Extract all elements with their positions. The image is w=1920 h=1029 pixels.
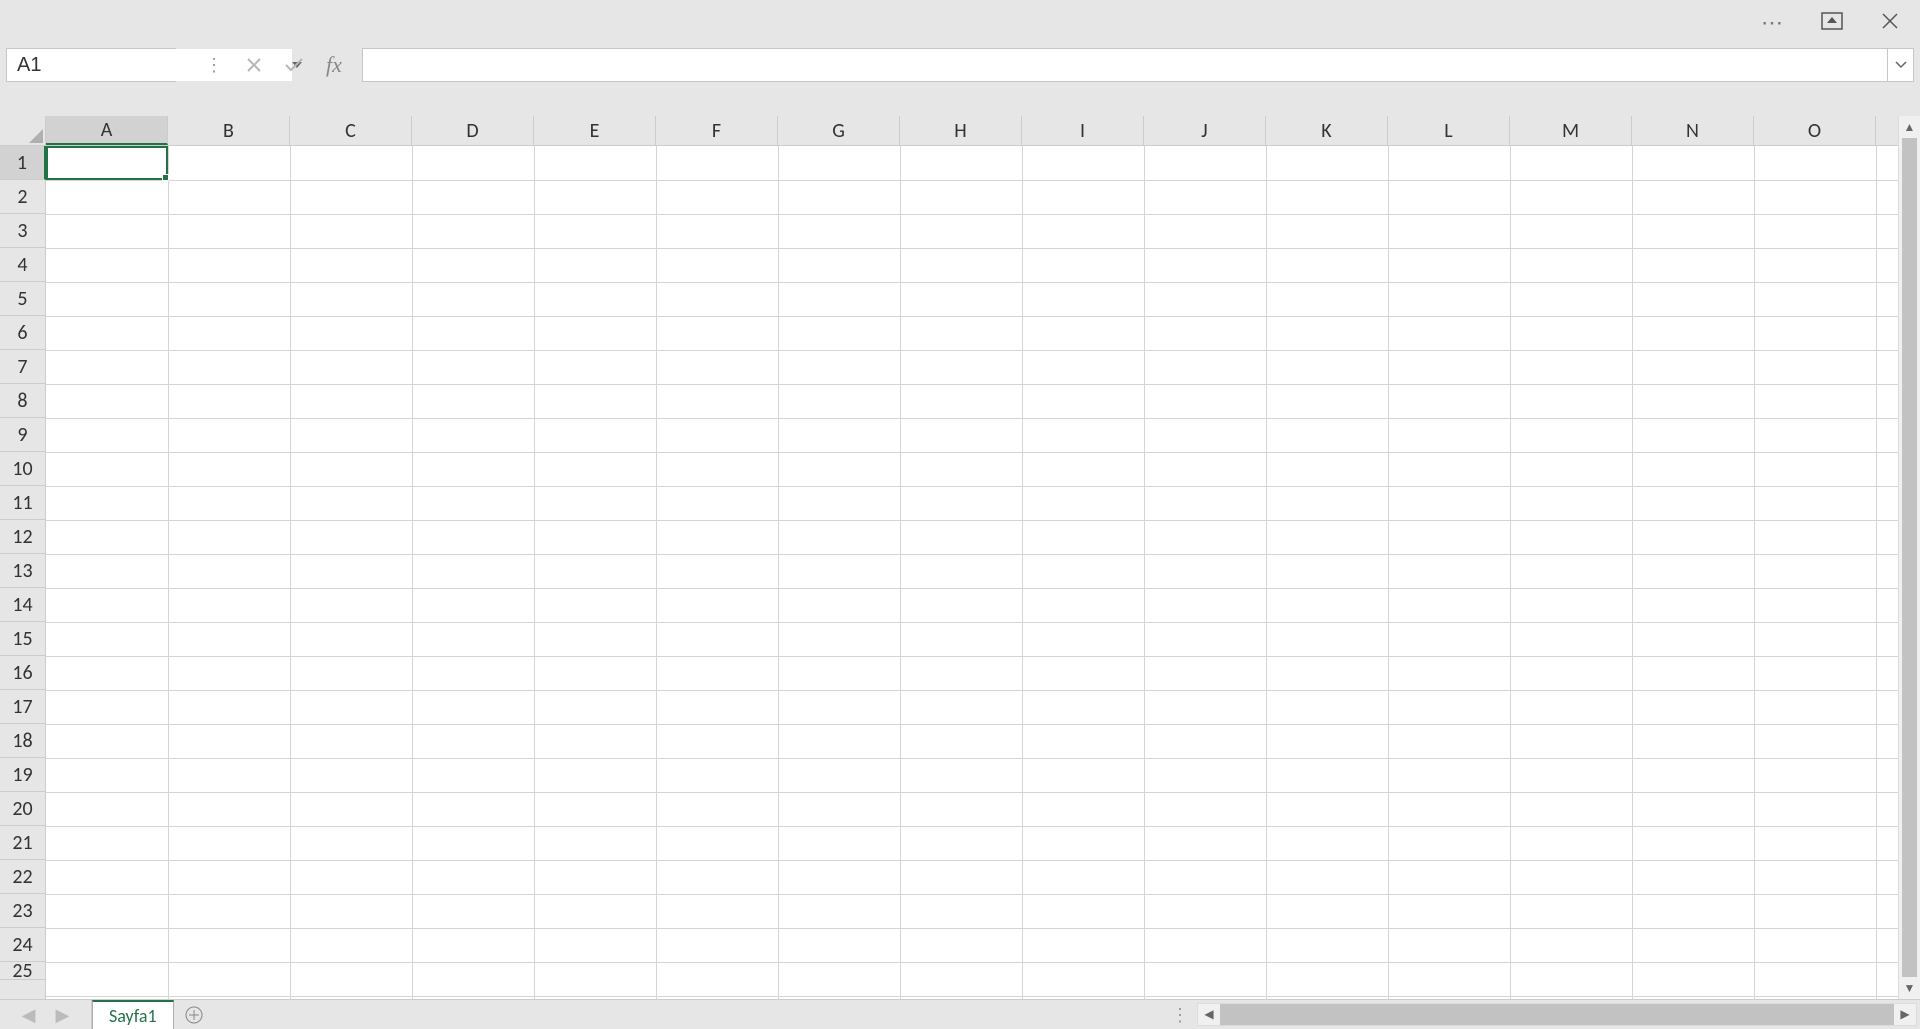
row-header[interactable]: 5 xyxy=(0,282,45,316)
scroll-up-button[interactable]: ▲ xyxy=(1899,116,1920,138)
row-header[interactable]: 12 xyxy=(0,520,45,554)
gridlines xyxy=(46,146,1920,999)
column-header[interactable]: L xyxy=(1388,116,1510,145)
column-header[interactable]: E xyxy=(534,116,656,145)
row-header[interactable]: 25 xyxy=(0,962,45,980)
column-header[interactable]: I xyxy=(1022,116,1144,145)
sheet-bar-separator-icon[interactable]: ⋮ xyxy=(1163,1000,1197,1029)
row-header[interactable]: 11 xyxy=(0,486,45,520)
column-header[interactable]: K xyxy=(1266,116,1388,145)
select-all-corner[interactable] xyxy=(0,116,46,146)
scroll-left-button[interactable]: ◀ xyxy=(1198,1007,1220,1022)
formula-buttons: ⋮ fx xyxy=(194,48,354,82)
sheet-tab-bar: ◀ ▶ Sayfa1 ⋮ ◀ ▶ xyxy=(0,999,1920,1029)
cells-area[interactable] xyxy=(46,146,1920,999)
row-header[interactable]: 6 xyxy=(0,316,45,350)
spreadsheet-grid: ABCDEFGHIJKLMNO 123456789101112131415161… xyxy=(0,116,1920,999)
formula-input[interactable] xyxy=(362,48,1888,82)
row-header[interactable]: 7 xyxy=(0,350,45,384)
close-button[interactable] xyxy=(1870,6,1910,36)
scroll-down-button[interactable]: ▼ xyxy=(1899,977,1920,999)
row-header[interactable]: 19 xyxy=(0,758,45,792)
column-header[interactable]: N xyxy=(1632,116,1754,145)
cancel-icon xyxy=(246,57,262,73)
column-header[interactable]: O xyxy=(1754,116,1876,145)
cancel-button[interactable] xyxy=(234,48,274,82)
row-header[interactable]: 15 xyxy=(0,622,45,656)
close-icon xyxy=(1881,12,1899,30)
row-header[interactable]: 22 xyxy=(0,860,45,894)
row-header[interactable]: 1 xyxy=(0,146,46,180)
row-header[interactable]: 16 xyxy=(0,656,45,690)
fill-handle[interactable] xyxy=(162,174,169,181)
ribbon-toggle-icon xyxy=(1821,12,1843,30)
row-headers: 1234567891011121314151617181920212223242… xyxy=(0,146,46,999)
name-box-wrapper xyxy=(6,48,176,82)
prev-sheet-button[interactable]: ◀ xyxy=(22,1004,36,1026)
row-header[interactable]: 13 xyxy=(0,554,45,588)
formula-bar-expand-button[interactable] xyxy=(1888,48,1914,82)
column-header[interactable]: M xyxy=(1510,116,1632,145)
column-header[interactable]: J xyxy=(1144,116,1266,145)
row-header[interactable]: 14 xyxy=(0,588,45,622)
sheet-bar-spacer xyxy=(214,1000,1163,1029)
row-header[interactable]: 4 xyxy=(0,248,45,282)
title-bar: ⋯ xyxy=(0,0,1920,48)
scroll-right-button[interactable]: ▶ xyxy=(1894,1007,1916,1022)
check-icon xyxy=(284,57,304,73)
next-sheet-button[interactable]: ▶ xyxy=(56,1004,70,1026)
column-headers: ABCDEFGHIJKLMNO xyxy=(0,116,1920,146)
column-header[interactable]: B xyxy=(168,116,290,145)
row-header[interactable]: 3 xyxy=(0,214,45,248)
row-header[interactable]: 10 xyxy=(0,452,45,486)
ribbon-more-icon[interactable]: ⋯ xyxy=(1754,6,1794,36)
row-header[interactable]: 17 xyxy=(0,690,45,724)
active-cell[interactable] xyxy=(46,146,168,180)
row-header[interactable]: 2 xyxy=(0,180,45,214)
horizontal-scrollbar[interactable]: ◀ ▶ xyxy=(1197,1003,1917,1026)
column-header[interactable]: A xyxy=(46,116,168,145)
column-header[interactable]: G xyxy=(778,116,900,145)
app-window: ⋯ ⋮ xyxy=(0,0,1920,1029)
horizontal-scroll-thumb[interactable] xyxy=(1220,1004,1894,1025)
row-header[interactable]: 8 xyxy=(0,384,45,418)
row-header[interactable]: 24 xyxy=(0,928,45,962)
row-header[interactable]: 21 xyxy=(0,826,45,860)
row-header[interactable]: 9 xyxy=(0,418,45,452)
add-sheet-button[interactable] xyxy=(174,1000,214,1029)
enter-button[interactable] xyxy=(274,48,314,82)
column-header[interactable]: D xyxy=(412,116,534,145)
vertical-scroll-thumb[interactable] xyxy=(1902,138,1917,977)
sheet-nav-buttons: ◀ ▶ xyxy=(0,1000,92,1029)
row-header[interactable]: 18 xyxy=(0,724,45,758)
grid-body: 1234567891011121314151617181920212223242… xyxy=(0,146,1920,999)
sheet-tab-active[interactable]: Sayfa1 xyxy=(92,1000,174,1029)
horizontal-scroll-track[interactable] xyxy=(1220,1004,1894,1025)
chevron-down-icon xyxy=(1895,61,1907,69)
column-header[interactable]: F xyxy=(656,116,778,145)
row-header[interactable]: 23 xyxy=(0,894,45,928)
column-header[interactable]: H xyxy=(900,116,1022,145)
ribbon-display-options-icon[interactable] xyxy=(1812,6,1852,36)
insert-function-button[interactable]: fx xyxy=(314,48,354,82)
formula-bar: ⋮ fx xyxy=(6,48,1914,82)
plus-circle-icon xyxy=(185,1006,203,1024)
column-header[interactable]: C xyxy=(290,116,412,145)
row-header[interactable]: 20 xyxy=(0,792,45,826)
vertical-scrollbar[interactable]: ▲ ▼ xyxy=(1898,116,1920,999)
formula-options-icon[interactable]: ⋮ xyxy=(194,48,234,82)
